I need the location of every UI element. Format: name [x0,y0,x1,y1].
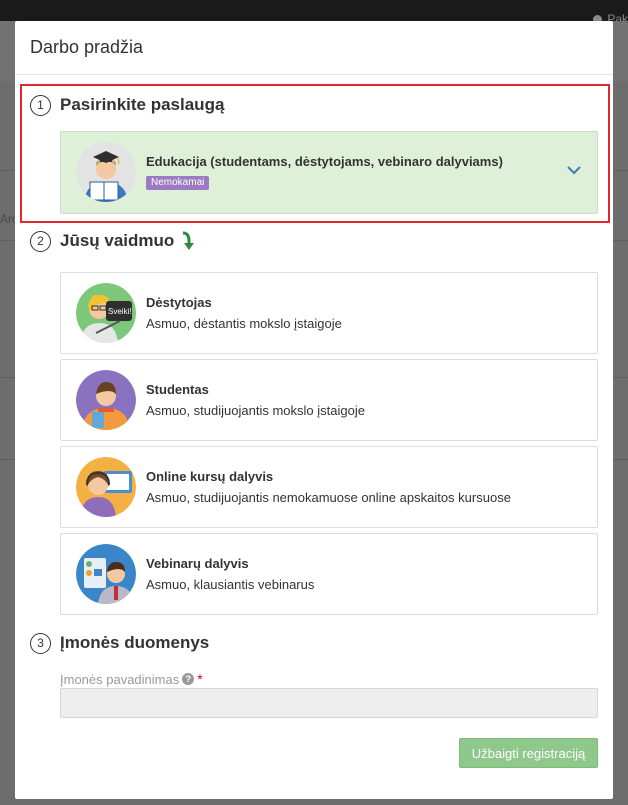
company-name-label: Įmonės pavadinimas ? * [60,671,203,687]
service-title: Edukacija (studentams, dėstytojams, vebi… [146,154,503,169]
company-name-input[interactable] [60,688,598,718]
modal-header: Darbo pradžia [15,21,613,75]
role-title: Online kursų dalyvis [146,469,274,484]
student-avatar-icon [76,370,136,430]
role-title: Studentas [146,382,209,397]
chevron-down-icon[interactable] [566,165,582,175]
background-topbar [0,0,628,21]
webinar-avatar-icon [76,544,136,604]
role-description: Asmuo, klausiantis vebinarus [146,577,315,592]
role-description: Asmuo, dėstantis mokslo įstaigoje [146,316,342,331]
registration-modal: Darbo pradžia 1 Pasirinkite paslaugą Edu… [15,21,613,799]
complete-registration-button[interactable]: Užbaigti registraciją [459,738,598,768]
role-card-destytojas[interactable]: Sveiki! Dėstytojas Asmuo, dėstantis moks… [60,272,598,354]
online-learner-avatar-icon [76,457,136,517]
role-card-vebinaru-dalyvis[interactable]: Vebinarų dalyvis Asmuo, klausiantis vebi… [60,533,598,615]
role-title: Vebinarų dalyvis [146,556,249,571]
role-description: Asmuo, studijuojantis nemokamuose online… [146,490,511,505]
step-number: 2 [30,230,51,252]
step-title: Jūsų vaidmuo [60,231,175,250]
step-number: 3 [30,632,51,654]
teacher-avatar-icon: Sveiki! [76,283,136,343]
free-badge: Nemokamai [146,176,210,190]
company-name-label-text: Įmonės pavadinimas [60,671,180,687]
service-select[interactable]: Edukacija (studentams, dėstytojams, vebi… [60,131,598,214]
step-3-header: 3 Įmonės duomenys [30,631,209,655]
step-2-header: 2 Jūsų vaidmuo [30,229,196,253]
graduate-avatar-icon [76,142,136,202]
role-card-studentas[interactable]: Studentas Asmuo, studijuojantis mokslo į… [60,359,598,441]
step-title: Įmonės duomenys [60,633,210,652]
modal-title: Darbo pradžia [30,37,144,57]
role-description: Asmuo, studijuojantis mokslo įstaigoje [146,403,365,418]
required-mark: * [197,671,203,687]
arrow-down-icon [183,231,195,250]
role-title: Dėstytojas [146,295,212,310]
avatar-greeting: Sveiki! [108,307,132,316]
role-card-online-kursu-dalyvis[interactable]: Online kursų dalyvis Asmuo, studijuojant… [60,446,598,528]
help-icon[interactable]: ? [182,673,195,685]
